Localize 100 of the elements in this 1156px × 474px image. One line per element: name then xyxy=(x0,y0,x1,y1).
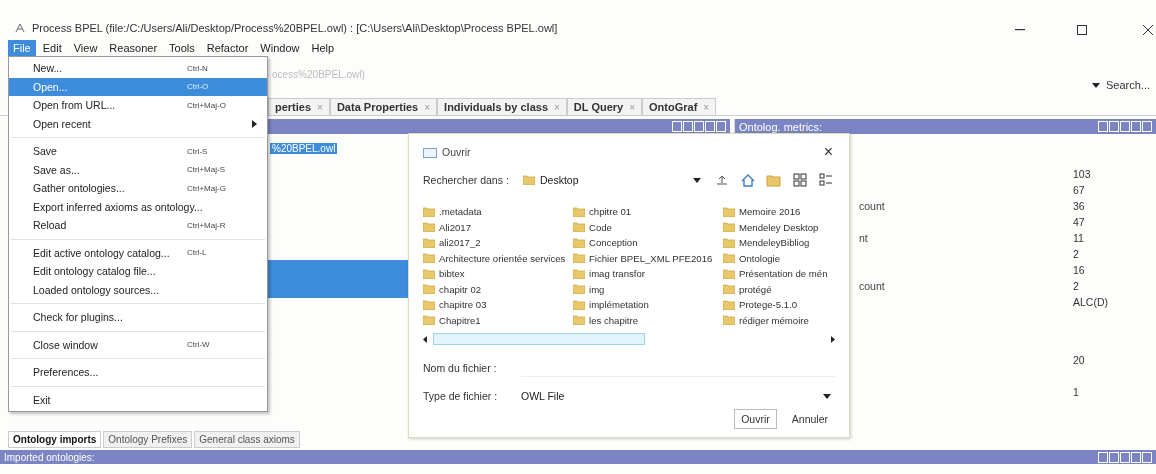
scrollbar-thumb[interactable] xyxy=(433,333,645,345)
tab[interactable]: OntoGraf × xyxy=(642,98,717,115)
tab[interactable]: Individuals by class × xyxy=(437,98,567,115)
close-button[interactable]: × xyxy=(821,143,835,161)
menu-option[interactable]: New... Ctrl-N xyxy=(9,59,267,78)
tab[interactable]: perties × xyxy=(268,98,330,115)
menu-item[interactable]: View xyxy=(68,40,103,56)
folder-icon xyxy=(573,253,585,264)
field-label: Nom du fichier : xyxy=(423,362,498,374)
view-buttons-icon[interactable] xyxy=(1098,451,1152,463)
folder-icon xyxy=(573,315,585,326)
folder-icon xyxy=(723,299,735,310)
folder-icon xyxy=(523,175,535,185)
file-list-item[interactable]: protégé xyxy=(723,281,835,297)
file-list-item[interactable]: Conception xyxy=(573,235,723,251)
metric-value: 2 xyxy=(1073,247,1080,262)
metric-value: 20 xyxy=(1073,353,1086,368)
menu-option[interactable]: Open from URL... Ctrl+Maj-O xyxy=(9,96,267,115)
tab[interactable]: General class axioms xyxy=(194,431,300,448)
folder-icon xyxy=(573,268,585,279)
menu-item[interactable]: Reasoner xyxy=(104,40,163,56)
file-list-item[interactable]: Ali2017 xyxy=(423,219,573,235)
tab[interactable]: DL Query × xyxy=(566,98,642,115)
ontology-address: ocess%20BPEL.owl) xyxy=(272,69,365,80)
menu-item[interactable]: Edit xyxy=(37,40,67,56)
file-list-item[interactable]: les chapitre xyxy=(573,312,723,328)
file-list-item[interactable]: Mendeley Desktop xyxy=(723,219,835,235)
file-list-item[interactable]: Chapitre1 xyxy=(423,312,573,328)
tab[interactable]: Ontology Prefixes xyxy=(103,431,193,448)
menu-option[interactable]: Check for plugins... xyxy=(9,308,267,327)
folder-icon xyxy=(423,237,435,248)
folder-icon xyxy=(423,206,435,217)
metric-value: 103 xyxy=(1073,167,1092,182)
file-list-item[interactable]: bibtex xyxy=(423,266,573,282)
menu-option[interactable]: Exit xyxy=(9,390,267,409)
close-icon xyxy=(1143,25,1153,35)
file-list-item[interactable]: img xyxy=(573,281,723,297)
file-type-dropdown[interactable]: OWL File xyxy=(521,386,835,406)
folder-icon xyxy=(423,315,435,326)
scroll-right-icon[interactable] xyxy=(831,335,835,343)
dialog-title: Ouvrir xyxy=(442,146,472,158)
metric-value: 2 xyxy=(1073,279,1080,294)
metric-value: 36 xyxy=(1073,199,1086,214)
file-list-item[interactable]: Fichier BPEL_XML PFE2016 xyxy=(573,250,723,266)
file-list-item[interactable]: ali2017_2 xyxy=(423,235,573,251)
tab[interactable]: Data Properties × xyxy=(329,98,438,115)
menu-option[interactable]: Open recent xyxy=(9,114,267,133)
file-list-item[interactable]: Présentation de mén xyxy=(723,266,835,282)
metric-value: 1 xyxy=(1073,385,1080,400)
folder-icon xyxy=(573,284,585,295)
file-list-item[interactable]: imag transfor xyxy=(573,266,723,282)
folder-icon xyxy=(723,206,735,217)
folder-icon xyxy=(723,222,735,233)
file-list-item[interactable]: Code xyxy=(573,219,723,235)
menu-option[interactable]: Save Ctrl-S xyxy=(9,142,267,161)
view-buttons-icon[interactable] xyxy=(672,121,726,132)
panel-header: Ontolog. metrics: xyxy=(735,119,1156,134)
menu-item[interactable]: Help xyxy=(306,40,340,56)
list-view-icon[interactable] xyxy=(791,171,809,189)
metric-value: 16 xyxy=(1073,263,1086,278)
panel-header: Imported ontologies: xyxy=(0,450,1156,464)
menu-option[interactable]: Reload Ctrl+Maj-R xyxy=(9,216,267,235)
folder-icon xyxy=(423,284,435,295)
menu-option[interactable]: Preferences... xyxy=(9,363,267,382)
menu-option[interactable]: Edit active ontology catalog... Ctrl-L xyxy=(9,243,267,262)
details-view-icon[interactable] xyxy=(817,171,835,189)
menu-item[interactable]: Refactor xyxy=(201,40,254,56)
tab[interactable]: Ontology imports xyxy=(8,431,102,448)
menu-option[interactable]: Gather ontologies... Ctrl+Maj-G xyxy=(9,179,267,198)
menu-option[interactable]: Save as... Ctrl+Maj-S xyxy=(9,160,267,179)
app-icon xyxy=(14,22,26,34)
menu-option[interactable]: Export inferred axioms as ontology... xyxy=(9,197,267,216)
menu-item[interactable]: Window xyxy=(255,40,305,56)
metric-label: nt xyxy=(859,231,868,246)
menu-option[interactable]: Loaded ontology sources... xyxy=(9,280,267,299)
menu-option[interactable]: Edit ontology catalog file... xyxy=(9,262,267,281)
look-in-dropdown[interactable]: Desktop xyxy=(523,170,705,190)
view-buttons-icon[interactable] xyxy=(1098,121,1152,132)
dropdown-caret-icon xyxy=(823,393,831,399)
dialog-button[interactable]: Ouvrir xyxy=(734,409,777,429)
file-list-item[interactable]: chapitr 02 xyxy=(423,281,573,297)
file-list-item[interactable]: rédiger mémoire xyxy=(723,312,835,328)
file-list-item[interactable]: Ontologie xyxy=(723,250,835,266)
file-list-item[interactable]: implémetation xyxy=(573,297,723,313)
file-list-item[interactable]: Protege-5.1.0 xyxy=(723,297,835,313)
file-list-item[interactable]: Architecture orientée services xyxy=(423,250,573,266)
metric-value: 67 xyxy=(1073,183,1086,198)
file-list-item[interactable]: chpitre 01 xyxy=(573,204,723,220)
folder-icon xyxy=(723,237,735,248)
file-list-item[interactable]: chapitre 03 xyxy=(423,297,573,313)
folder-icon xyxy=(423,222,435,233)
file-list-item[interactable]: Memoire 2016 xyxy=(723,204,835,220)
metric-value: 11 xyxy=(1073,231,1085,246)
menu-item[interactable]: Tools xyxy=(164,40,200,56)
window-title: Process BPEL (file:/C:/Users/Ali/Desktop/Process%20BPEL.owl) : [C:\Users\Ali\Desktop\Process BPEL.owl] xyxy=(32,22,558,34)
scroll-left-icon[interactable] xyxy=(423,335,427,343)
file-list-item[interactable]: MendeleyBibliog xyxy=(723,235,835,251)
file-list-item[interactable]: .metadata xyxy=(423,204,573,220)
menu-option[interactable]: Close window Ctrl-W xyxy=(9,335,267,354)
search-field[interactable]: Search... xyxy=(1105,79,1150,91)
